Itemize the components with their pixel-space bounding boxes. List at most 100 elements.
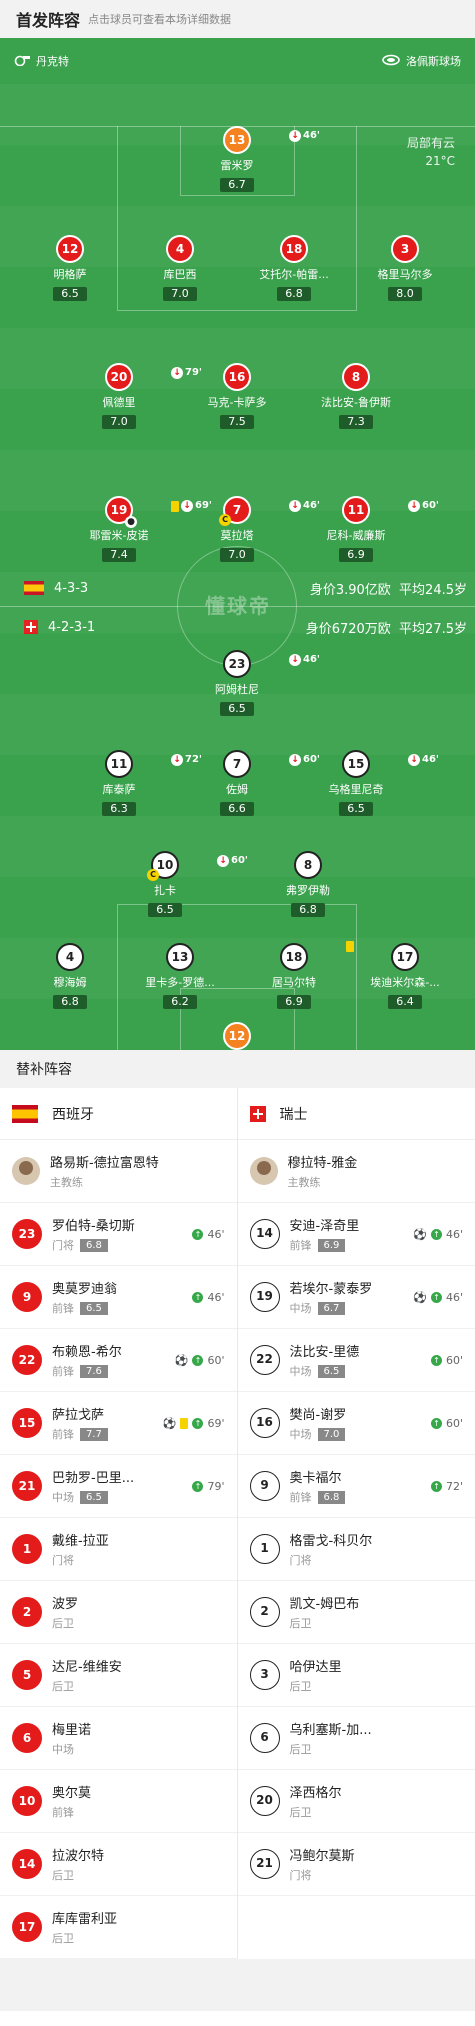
sub-in-icon: ↑	[430, 1291, 442, 1303]
player-rating: 6.7	[220, 178, 254, 192]
spain-player[interactable]: 13 ↓ 46' 雷米罗 6.7	[187, 126, 320, 192]
player-position: 前锋	[52, 1302, 74, 1315]
swiss-player[interactable]: 12姆沃戈★8.1	[187, 1022, 287, 1050]
spain-player[interactable]: 19 ● ↓ 69' 耶雷米-皮诺 7.4	[69, 496, 212, 562]
sub-player-row[interactable]: 16 樊尚-谢罗 中场 7.0 ↑ 60'	[237, 1392, 475, 1455]
sub-out-icon: ↓	[171, 754, 183, 766]
swiss-subs-head: 瑞士	[237, 1088, 475, 1140]
swiss-player[interactable]: 4 穆海姆 6.8	[20, 943, 120, 1009]
player-number: 3	[249, 1660, 280, 1690]
venue-row: 丹克特 洛佩斯球场	[0, 38, 475, 84]
player-name: 波罗	[52, 1597, 79, 1612]
player-rating: 7.7	[80, 1427, 108, 1441]
sub-player-row[interactable]: 2 波罗 后卫	[0, 1581, 237, 1644]
spain-player[interactable]: 4 库巴西 7.0	[130, 235, 230, 301]
sub-player-row[interactable]: 10 奥尔莫 前锋	[0, 1770, 237, 1833]
sub-player-row[interactable]: 21 巴勃罗-巴里... 中场 6.5 ↑ 79'	[0, 1455, 237, 1518]
spain-player[interactable]: 18 艾托尔-帕雷... 6.8	[244, 235, 344, 301]
swiss-player[interactable]: 15 ↓ 46' 乌格里尼奇 6.5	[306, 750, 439, 816]
spain-player[interactable]: 20 ↓ 79' 佩德里 7.0	[69, 363, 202, 429]
player-rating: 6.5	[339, 802, 373, 816]
player-number: 11 ↓ 60'	[342, 496, 439, 524]
sub-player-row[interactable]: 3 哈伊达里 后卫	[237, 1644, 475, 1707]
player-name: 泽西格尔	[289, 1786, 342, 1801]
player-name: 埃迪米尔森-...	[370, 976, 440, 989]
sub-player-row[interactable]: 6 梅里诺 中场	[0, 1707, 237, 1770]
player-rating: 7.0	[102, 415, 136, 429]
coach-row[interactable]: 路易斯-德拉富恩特 主教练	[0, 1140, 237, 1203]
player-number: 23 ↓ 46'	[223, 650, 320, 678]
sub-player-row[interactable]: 15 萨拉戈萨 前锋 7.7 ⚽ ↑ 69'	[0, 1392, 237, 1455]
player-name: 格雷戈-科贝尔	[289, 1534, 373, 1549]
spain-player[interactable]: 8 法比安-鲁伊斯 7.3	[306, 363, 406, 429]
spain-player[interactable]: 3 格里马尔多 8.0	[355, 235, 455, 301]
spain-player[interactable]: 12 明格萨 6.5	[20, 235, 120, 301]
swiss-player[interactable]: 23 ↓ 46' 阿姆杜尼 6.5	[187, 650, 320, 716]
player-position: 前锋	[52, 1365, 74, 1378]
sub-player-row[interactable]: 14 安迪-泽奇里 前锋 6.9 ⚽ ↑ 46'	[237, 1203, 475, 1266]
spain-player[interactable]: 16 马克-卡萨多 7.5	[187, 363, 287, 429]
player-events: ↑ 46'	[192, 1228, 225, 1241]
player-position: 后卫	[52, 1932, 74, 1945]
sub-player-row[interactable]: 6 乌利塞斯-加... 后卫	[237, 1707, 475, 1770]
swiss-player[interactable]: 10 C ↓ 60' 扎卡 6.5	[115, 851, 248, 917]
swiss-player[interactable]: 8 弗罗伊勒 6.8	[258, 851, 358, 917]
player-position: 门将	[289, 1869, 312, 1882]
player-events: ⚽ ↑ 60'	[175, 1354, 225, 1367]
sub-player-row[interactable]: 14 拉波尔特 后卫	[0, 1833, 237, 1896]
pitch: 丹克特 洛佩斯球场 局部有云 21°C 懂球帝 4-3-3 身价3.90亿欧 平…	[0, 38, 475, 1050]
player-number: 14	[249, 1219, 280, 1249]
stadium-icon	[382, 54, 400, 69]
player-name: 罗伯特-桑切斯	[52, 1219, 135, 1234]
player-name: 库泰萨	[102, 783, 136, 796]
sub-player-row[interactable]: 1 格雷戈-科贝尔 门将	[237, 1518, 475, 1581]
player-rating: 6.9	[317, 1238, 346, 1252]
player-rating: 6.5	[53, 287, 87, 301]
sub-player-row[interactable]: 22 布赖恩-希尔 前锋 7.6 ⚽ ↑ 60'	[0, 1329, 237, 1392]
spain-player[interactable]: 11 ↓ 60' 尼科-威廉斯 6.9	[306, 496, 439, 562]
sub-time: 79'	[207, 1479, 225, 1493]
player-rating: 6.5	[80, 1490, 108, 1504]
sub-player-row[interactable]: 1 戴维-拉亚 门将	[0, 1518, 237, 1581]
swiss-player[interactable]: 17 埃迪米尔森-... 6.4	[355, 943, 455, 1009]
sub-out-icon: ↓	[289, 500, 301, 512]
sub-player-row[interactable]: 5 达尼-维维安 后卫	[0, 1644, 237, 1707]
player-position: 门将	[52, 1239, 74, 1252]
captain-icon: C	[147, 869, 159, 881]
yellow-card-icon	[171, 500, 179, 512]
sub-player-row[interactable]: 17 库库雷利亚 后卫	[0, 1896, 237, 1959]
player-number: 21	[249, 1849, 280, 1879]
lineup-header: 首发阵容 点击球员可查看本场详细数据	[0, 0, 475, 38]
coach-row[interactable]: 穆拉特-雅金 主教练	[237, 1140, 475, 1203]
player-number: 7 ↓ 60'	[223, 750, 320, 778]
player-number: 4	[56, 943, 84, 971]
player-number: 2	[12, 1597, 42, 1627]
player-name: 戴维-拉亚	[52, 1534, 109, 1549]
player-position: 前锋	[52, 1428, 74, 1441]
player-number: 10	[12, 1786, 42, 1816]
spain-player[interactable]: 7 C ↓ 46' 莫拉塔 7.0	[187, 496, 320, 562]
swiss-player[interactable]: 18 居马尔特 6.9	[244, 941, 354, 1009]
sub-player-row[interactable]: 20 泽西格尔 后卫	[237, 1770, 475, 1833]
player-number: 19	[249, 1282, 280, 1312]
sub-player-row[interactable]: 21 冯鲍尔莫斯 门将	[237, 1833, 475, 1896]
swiss-player[interactable]: 13 里卡多-罗德... 6.2	[130, 943, 230, 1009]
player-events: ↑ 60'	[430, 1417, 463, 1430]
spain-team-name: 西班牙	[52, 1106, 94, 1123]
coach-avatar	[249, 1157, 278, 1185]
sub-player-row[interactable]: 9 奥卡福尔 前锋 6.8 ↑ 72'	[237, 1455, 475, 1518]
player-name: 萨拉戈萨	[52, 1408, 105, 1423]
swiss-player[interactable]: 11 ↓ 72' 库泰萨 6.3	[69, 750, 202, 816]
sub-player-row[interactable]: 23 罗伯特-桑切斯 门将 6.8 ↑ 46'	[0, 1203, 237, 1266]
sub-player-row[interactable]: 19 若埃尔-蒙泰罗 中场 6.7 ⚽ ↑ 46'	[237, 1266, 475, 1329]
swiss-player[interactable]: 7 ↓ 60' 佐姆 6.6	[187, 750, 320, 816]
sub-in-icon: ↑	[430, 1354, 442, 1366]
player-name: 奥卡福尔	[289, 1471, 342, 1486]
sub-player-row[interactable]: 9 奥莫罗迪翁 前锋 6.5 ↑ 46'	[0, 1266, 237, 1329]
player-name: 凯文-姆巴布	[289, 1597, 360, 1612]
player-events: ↑ 72'	[430, 1480, 463, 1493]
swiss-flag-icon	[249, 1105, 266, 1122]
sub-time: 60'	[231, 855, 248, 866]
sub-player-row[interactable]: 2 凯文-姆巴布 后卫	[237, 1581, 475, 1644]
sub-player-row[interactable]: 22 法比安-里德 中场 6.5 ↑ 60'	[237, 1329, 475, 1392]
